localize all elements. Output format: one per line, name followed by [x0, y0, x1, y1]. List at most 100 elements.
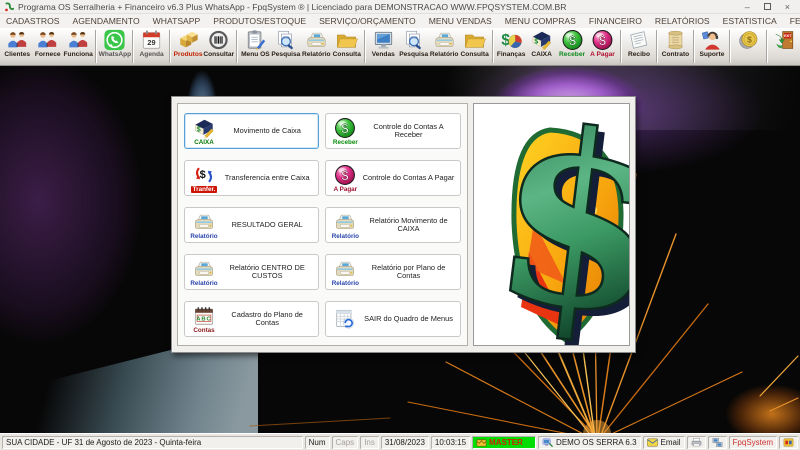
status-caps-lock: Caps [332, 436, 359, 449]
menu-button-transferencia-caixa[interactable]: Tranfer. Transferencia entre Caixa [184, 160, 319, 196]
payable-sphere-icon [591, 29, 614, 51]
menu-whatsapp[interactable]: WHATSAPP [153, 16, 201, 26]
calendar-icon [140, 29, 163, 51]
workstation-icon [542, 437, 553, 448]
payable-sphere-icon [333, 164, 357, 186]
maximize-button[interactable] [764, 3, 771, 10]
toolbar-receber[interactable]: Receber [557, 29, 587, 65]
printer-icon [691, 437, 702, 448]
toolbar-fornecedores[interactable]: Fornece [32, 29, 62, 65]
toolbar-os-consulta[interactable]: Consulta [332, 29, 362, 65]
toolbar-separator [620, 30, 622, 63]
toolbar-separator [729, 30, 731, 63]
email-icon [647, 437, 658, 448]
toolbar-separator [169, 30, 171, 63]
status-brand: FpqSystem [729, 436, 777, 449]
status-printer-button[interactable] [687, 436, 706, 449]
cashbook-icon [192, 117, 216, 139]
report-printer-icon [333, 211, 357, 233]
toolbar-consultar[interactable]: Consultar [203, 29, 234, 65]
toolbar-vendas[interactable]: Vendas [368, 29, 398, 65]
toolbar-os-pesquisa[interactable]: Pesquisa [271, 29, 301, 65]
toolbar-funcionarios[interactable]: Funciona [63, 29, 93, 65]
sales-monitor-icon [372, 29, 395, 51]
toolbar-agenda[interactable]: Agenda [136, 29, 166, 65]
toolbar-recibo[interactable]: Recibo [624, 29, 654, 65]
menu-button-relatorio-centro-custos[interactable]: Relatório Relatório CENTRO DE CUSTOS [184, 254, 319, 290]
status-user-level: MASTER [472, 436, 536, 449]
status-time: 10:03:15 [431, 436, 470, 449]
toolbar-moedas[interactable] [733, 29, 763, 65]
toolbar-whatsapp[interactable]: WhatsApp [99, 29, 130, 65]
toolbar-vendas-pesquisa[interactable]: Pesquisa [398, 29, 428, 65]
toolbar-vendas-relatorio[interactable]: Relatório [429, 29, 459, 65]
menu-financeiro[interactable]: FINANCEIRO [589, 16, 642, 26]
toolbar-separator [656, 30, 658, 63]
menu-button-relatorio-movimento-caixa[interactable]: Relatório Relatório Movimento de CAIXA [325, 207, 460, 243]
menu-estatistica[interactable]: ESTATISTICA [723, 16, 777, 26]
toolbar-financas[interactable]: Finanças [496, 29, 526, 65]
menu-cadastros[interactable]: CADASTROS [6, 16, 59, 26]
toolbar-sair[interactable] [770, 29, 800, 65]
toolbar-a-pagar[interactable]: A Pagar [587, 29, 617, 65]
toolbar-os-relatorio[interactable]: Relatório [301, 29, 331, 65]
grid-exit-icon [333, 308, 357, 330]
finance-pie-icon [500, 29, 523, 51]
minimize-button[interactable]: – [745, 2, 750, 12]
status-insert: Ins [360, 436, 379, 449]
toolbar-separator [492, 30, 494, 63]
menu-produtos-estoque[interactable]: PRODUTOS/ESTOQUE [213, 16, 306, 26]
contract-scroll-icon [664, 29, 687, 51]
menu-compras[interactable]: MENU COMPRAS [505, 16, 576, 26]
status-email-label: Email [661, 438, 681, 447]
menu-button-resultado-geral[interactable]: Relatório RESULTADO GERAL [184, 207, 319, 243]
report-printer-icon [305, 29, 328, 51]
menu-button-contas-a-pagar[interactable]: A Pagar Controle do Contas A Pagar [325, 160, 460, 196]
menu-button-contas-a-receber[interactable]: Receber Controle do Contas A Receber [325, 113, 460, 149]
report-printer-icon [433, 29, 456, 51]
menu-button-relatorio-plano-contas[interactable]: Relatório Relatório por Plano de Contas [325, 254, 460, 290]
exit-door-icon [773, 29, 796, 51]
toolbar-separator [132, 30, 134, 63]
toolbar-vendas-consulta[interactable]: Consulta [459, 29, 489, 65]
close-button[interactable]: × [785, 2, 790, 12]
menu-vendas[interactable]: MENU VENDAS [429, 16, 492, 26]
quadro-de-menus-form: CAIXA Movimento de Caixa Receber Control… [171, 96, 636, 353]
menu-button-movimento-caixa[interactable]: CAIXA Movimento de Caixa [184, 113, 319, 149]
toolbar-clientes[interactable]: Clientes [2, 29, 32, 65]
status-email-button[interactable]: Email [643, 436, 685, 449]
toolbar-separator [693, 30, 695, 63]
menu-button-sair-quadro-menus[interactable]: SAIR do Quadro de Menus [325, 301, 460, 337]
toolbar-contrato[interactable]: Contrato [660, 29, 690, 65]
fpq-mini-logo-icon [783, 437, 794, 448]
products-boxes-icon [177, 29, 200, 51]
menu-button-cadastro-plano-contas[interactable]: Contas Cadastro do Plano de Contas [184, 301, 319, 337]
abc-calendar-icon [192, 305, 216, 327]
status-location-date: SUA CIDADE - UF 31 de Agosto de 2023 - Q… [2, 436, 303, 449]
master-crown-icon [476, 437, 487, 448]
window-title: Programa OS Serralheria + Financeiro v6.… [18, 2, 745, 12]
report-printer-icon [333, 258, 357, 280]
folder-icon [463, 29, 486, 51]
menu-buttons-panel: CAIXA Movimento de Caixa Receber Control… [177, 103, 468, 346]
menu-agendamento[interactable]: AGENDAMENTO [72, 16, 139, 26]
dollar-shield-logo: $ $ [473, 103, 630, 346]
menu-servico-orcamento[interactable]: SERVIÇO/ORÇAMENTO [319, 16, 416, 26]
toolbar-produtos[interactable]: Produtos [173, 29, 203, 65]
whatsapp-icon [103, 29, 126, 51]
receivable-sphere-icon [561, 29, 584, 51]
status-network-button[interactable] [708, 436, 727, 449]
toolbar-menu-os[interactable]: Menu OS [240, 29, 270, 65]
status-user-level-label: MASTER [489, 438, 523, 447]
support-icon [700, 29, 723, 51]
toolbar: Clientes Fornece Funciona WhatsApp Agend… [0, 28, 800, 66]
receipt-icon [627, 29, 650, 51]
barcode-icon [207, 29, 230, 51]
title-bar: Programa OS Serralheria + Financeiro v6.… [0, 0, 800, 14]
dollar-shield-image: $ $ [474, 104, 630, 345]
toolbar-caixa[interactable]: CAIXA [526, 29, 556, 65]
search-docs-icon [402, 29, 425, 51]
menu-relatorios[interactable]: RELATÓRIOS [655, 16, 710, 26]
toolbar-suporte[interactable]: Suporte [697, 29, 727, 65]
menu-ferramentas[interactable]: FERRAMENTAS [790, 16, 800, 26]
